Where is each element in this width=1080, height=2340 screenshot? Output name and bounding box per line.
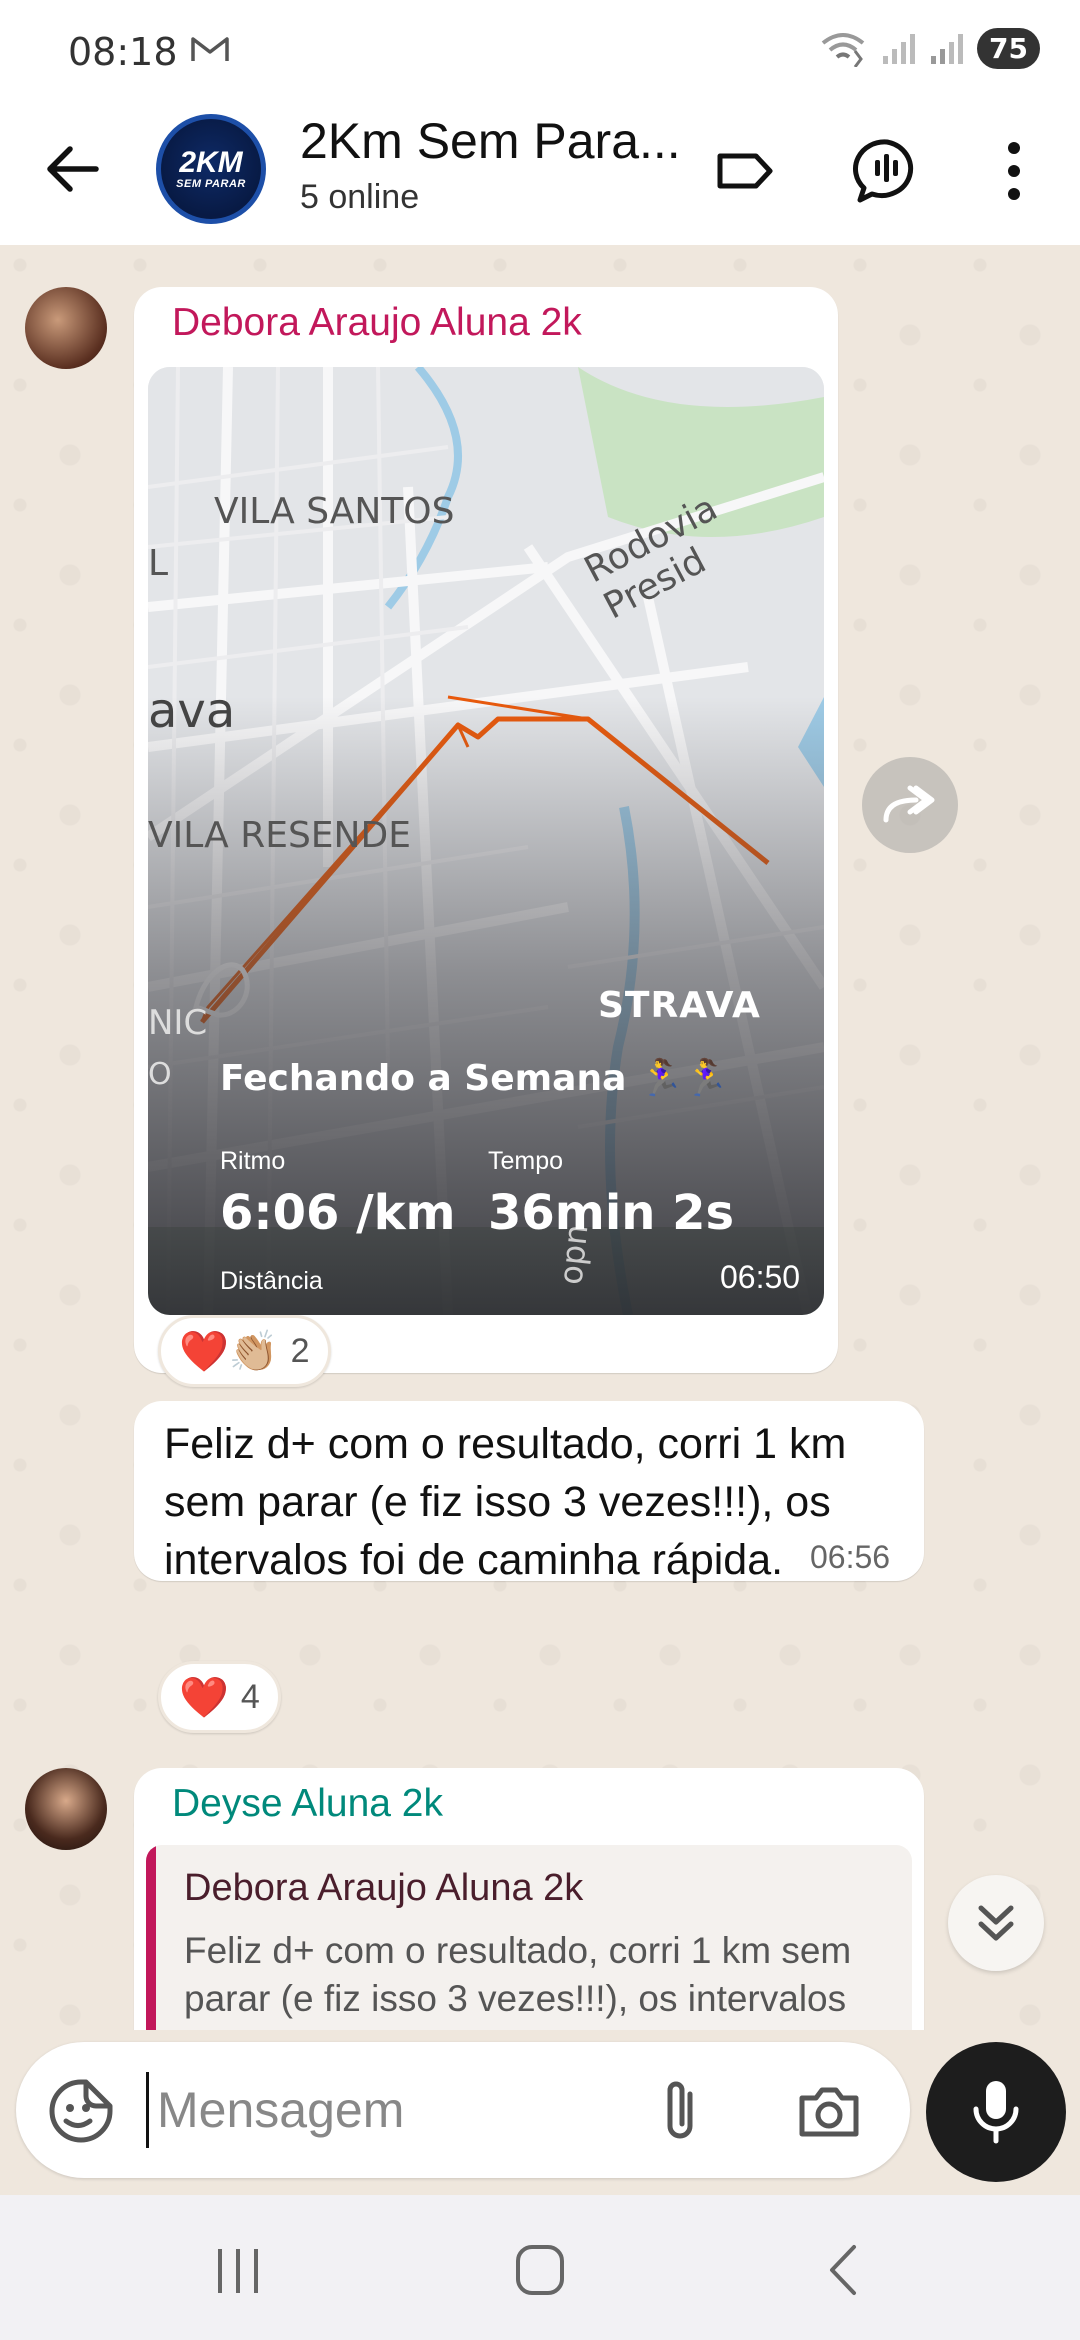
recents-icon[interactable] bbox=[198, 2235, 278, 2305]
time-value: 36min 2s bbox=[488, 1185, 735, 1241]
back-icon[interactable] bbox=[802, 2235, 882, 2305]
message-sender[interactable]: Debora Araujo Aluna 2k bbox=[172, 301, 582, 345]
message-input[interactable] bbox=[146, 2072, 646, 2148]
quoted-sender: Debora Araujo Aluna 2k bbox=[184, 1867, 584, 1909]
reaction-emojis: ❤️ bbox=[179, 1675, 229, 1720]
voice-chat-icon[interactable] bbox=[852, 136, 922, 206]
message-bubble-strava[interactable]: Debora Araujo Aluna 2k VILA SANTOS L ava… bbox=[134, 287, 838, 1373]
map-label: O bbox=[148, 1057, 172, 1092]
status-time: 08:18 bbox=[68, 30, 178, 74]
system-nav-bar bbox=[0, 2195, 1080, 2340]
map-label: VILA RESENDE bbox=[148, 815, 411, 856]
sticker-icon[interactable] bbox=[46, 2076, 116, 2146]
map-label: L bbox=[148, 543, 169, 584]
gmail-icon bbox=[191, 37, 229, 61]
quoted-text: Feliz d+ com o resultado, corri 1 km sem… bbox=[184, 1930, 852, 2030]
reaction-emojis: ❤️👏🏼 bbox=[179, 1329, 279, 1374]
activity-title: Fechando a Semana 🏃‍♀️🏃‍♀️ bbox=[220, 1058, 729, 1099]
more-vert-icon[interactable] bbox=[984, 136, 1054, 206]
message-text[interactable]: Feliz d+ com o resultado, corri 1 km sem… bbox=[164, 1415, 854, 1589]
signal-icon-2 bbox=[931, 33, 964, 64]
wifi-icon bbox=[821, 32, 865, 67]
quoted-message[interactable]: Debora Araujo Aluna 2k Feliz d+ com o re… bbox=[146, 1845, 912, 2030]
back-arrow-icon[interactable] bbox=[38, 134, 108, 204]
voice-record-button[interactable] bbox=[926, 2042, 1066, 2182]
time-label: Tempo bbox=[488, 1147, 564, 1175]
message-sender[interactable]: Deyse Aluna 2k bbox=[172, 1782, 443, 1826]
chat-area[interactable]: Debora Araujo Aluna 2k VILA SANTOS L ava… bbox=[0, 245, 1080, 2030]
forward-button[interactable] bbox=[862, 757, 958, 853]
status-indicators: 75 bbox=[819, 28, 1040, 69]
message-time: 06:50 bbox=[720, 1259, 801, 1295]
mic-icon bbox=[973, 2081, 1019, 2144]
map-label: ava bbox=[148, 683, 236, 739]
quote-bar bbox=[146, 1845, 156, 2030]
chat-header: 2KM SEM PARAR 2Km Sem Para... 5 online bbox=[0, 100, 1080, 245]
message-time: 06:56 bbox=[810, 1539, 891, 1575]
status-bar: 08:18 75 bbox=[0, 0, 1080, 100]
sender-avatar[interactable] bbox=[25, 1768, 107, 1850]
label-icon[interactable] bbox=[710, 136, 780, 206]
map-label: NIC bbox=[148, 1003, 208, 1043]
pace-label: Ritmo bbox=[220, 1147, 286, 1175]
forward-icon bbox=[883, 785, 935, 823]
map-label: VILA SANTOS bbox=[214, 491, 455, 532]
message-reactions[interactable]: ❤️ 4 bbox=[158, 1661, 281, 1733]
message-reactions[interactable]: ❤️👏🏼 2 bbox=[158, 1315, 331, 1387]
chevron-double-down-icon bbox=[978, 1905, 1014, 1941]
camera-icon[interactable] bbox=[794, 2076, 864, 2146]
group-avatar[interactable]: 2KM SEM PARAR bbox=[156, 114, 266, 224]
reaction-count: 2 bbox=[290, 1331, 310, 1370]
group-avatar-line1: 2KM bbox=[179, 146, 243, 179]
signal-icon bbox=[883, 33, 916, 64]
reaction-count: 4 bbox=[240, 1677, 260, 1716]
message-input-box[interactable] bbox=[16, 2042, 910, 2178]
group-title[interactable]: 2Km Sem Para... bbox=[300, 112, 681, 170]
attach-icon[interactable] bbox=[646, 2076, 716, 2146]
battery-indicator: 75 bbox=[977, 28, 1040, 69]
strava-activity-image[interactable]: VILA SANTOS L ava VILA RESENDE Rodovia P… bbox=[148, 367, 824, 1315]
group-avatar-line2: SEM PARAR bbox=[176, 178, 246, 190]
home-icon[interactable] bbox=[500, 2235, 580, 2305]
message-bubble-text[interactable]: Feliz d+ com o resultado, corri 1 km sem… bbox=[134, 1401, 924, 1584]
message-composer bbox=[0, 2030, 1080, 2190]
group-online-status: 5 online bbox=[300, 178, 420, 216]
strava-logo: STRAVA bbox=[598, 985, 761, 1026]
distance-label: Distância bbox=[220, 1267, 323, 1295]
pace-value: 6:06 /km bbox=[220, 1185, 456, 1241]
scroll-to-bottom-button[interactable] bbox=[948, 1875, 1044, 1971]
sender-avatar[interactable] bbox=[25, 287, 107, 369]
